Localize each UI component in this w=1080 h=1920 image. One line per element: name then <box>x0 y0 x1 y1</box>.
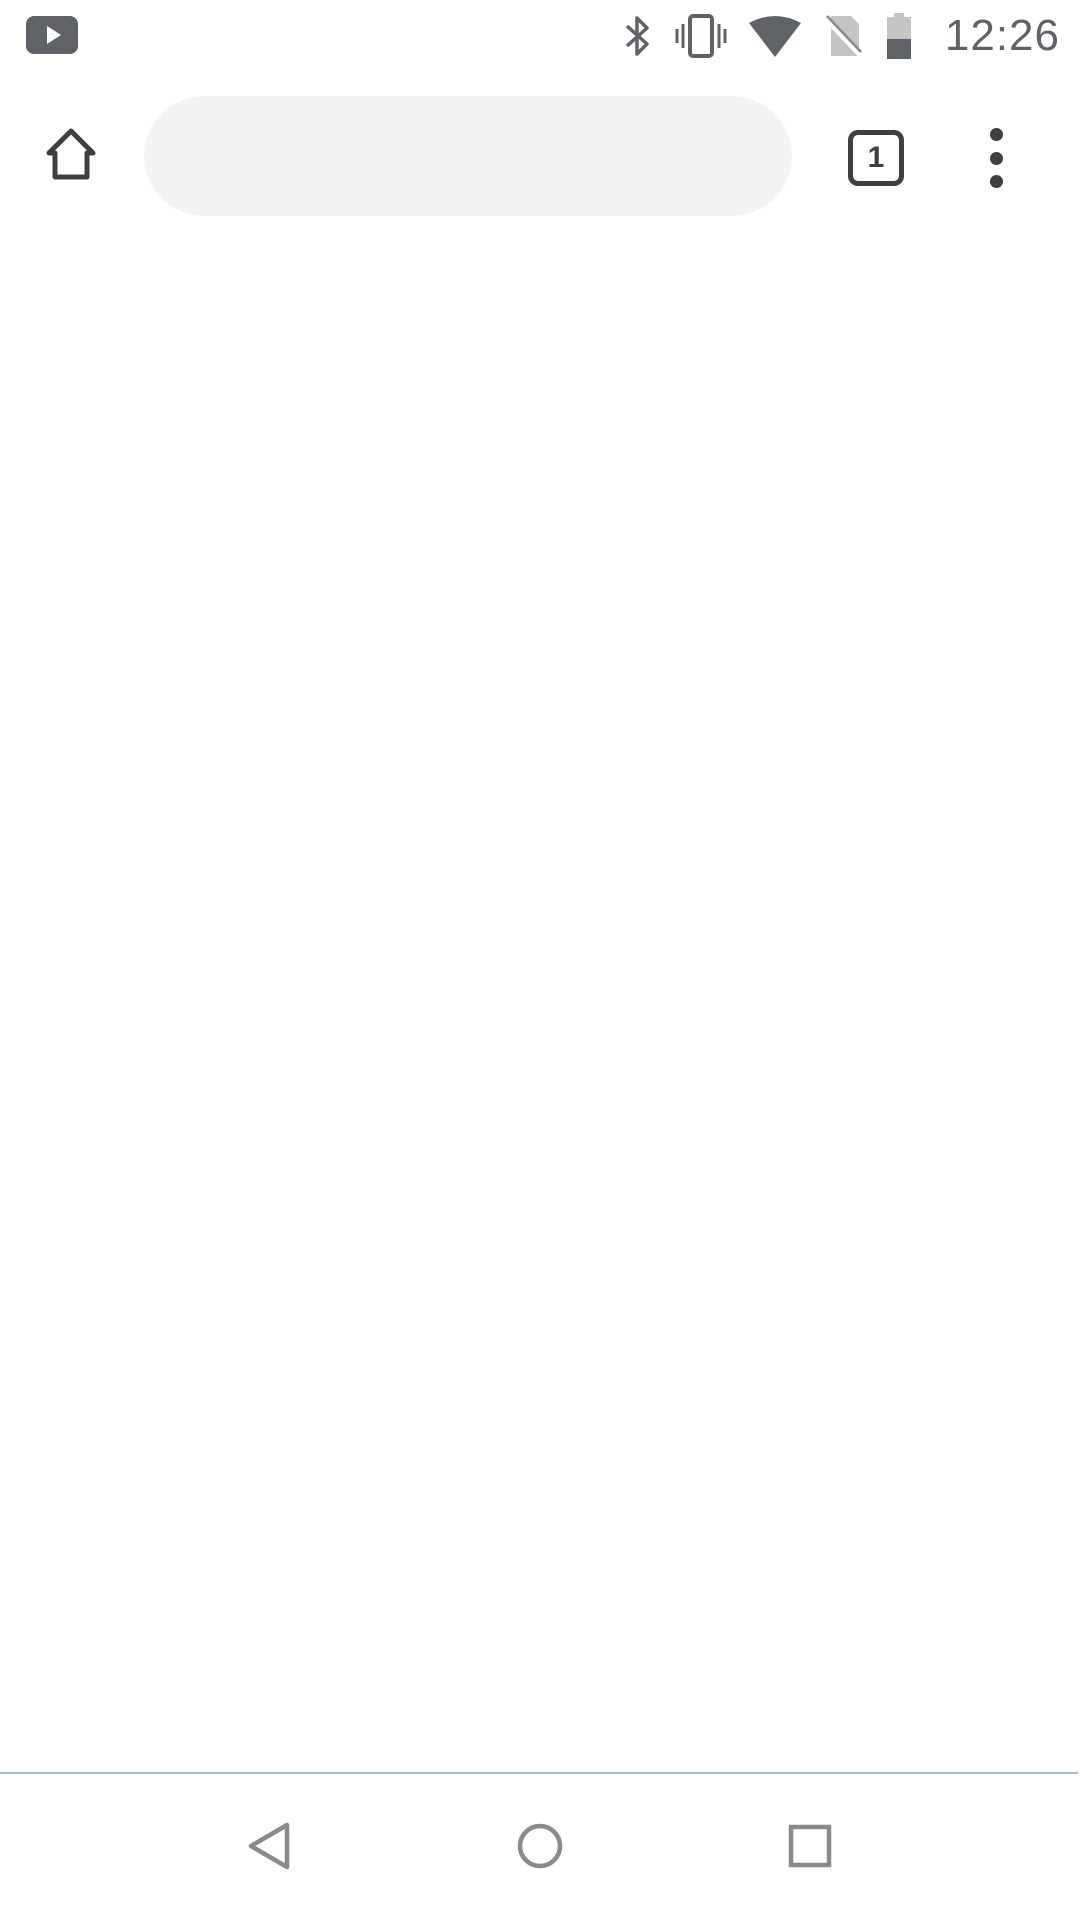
system-status-icons: 12:26 <box>623 0 1060 72</box>
home-nav-button[interactable] <box>500 1808 580 1888</box>
tab-switcher-button[interactable]: 1 <box>848 130 904 186</box>
notification-area <box>26 14 78 56</box>
omnibox[interactable] <box>144 96 792 216</box>
tab-count: 1 <box>867 141 885 174</box>
navigation-bar <box>0 1774 1080 1920</box>
bluetooth-icon <box>623 14 653 58</box>
overflow-menu-button[interactable] <box>972 128 1020 188</box>
youtube-notification-icon <box>26 14 78 56</box>
home-circle-icon <box>515 1821 565 1876</box>
vibrate-icon <box>675 14 727 58</box>
wifi-icon <box>748 15 801 57</box>
recents-square-icon <box>785 1821 835 1876</box>
battery-icon <box>885 13 913 59</box>
back-icon <box>245 1821 295 1876</box>
home-button[interactable] <box>36 122 106 192</box>
browser-toolbar: 1 <box>0 72 1080 240</box>
status-bar: 12:26 <box>0 0 1080 72</box>
more-vert-icon <box>989 128 1003 188</box>
back-button[interactable] <box>230 1808 310 1888</box>
home-icon <box>41 125 101 190</box>
recents-button[interactable] <box>770 1808 850 1888</box>
no-sim-icon <box>823 14 863 58</box>
clock: 12:26 <box>944 11 1060 60</box>
page-content[interactable] <box>0 240 1080 1774</box>
url-input[interactable] <box>184 132 752 180</box>
